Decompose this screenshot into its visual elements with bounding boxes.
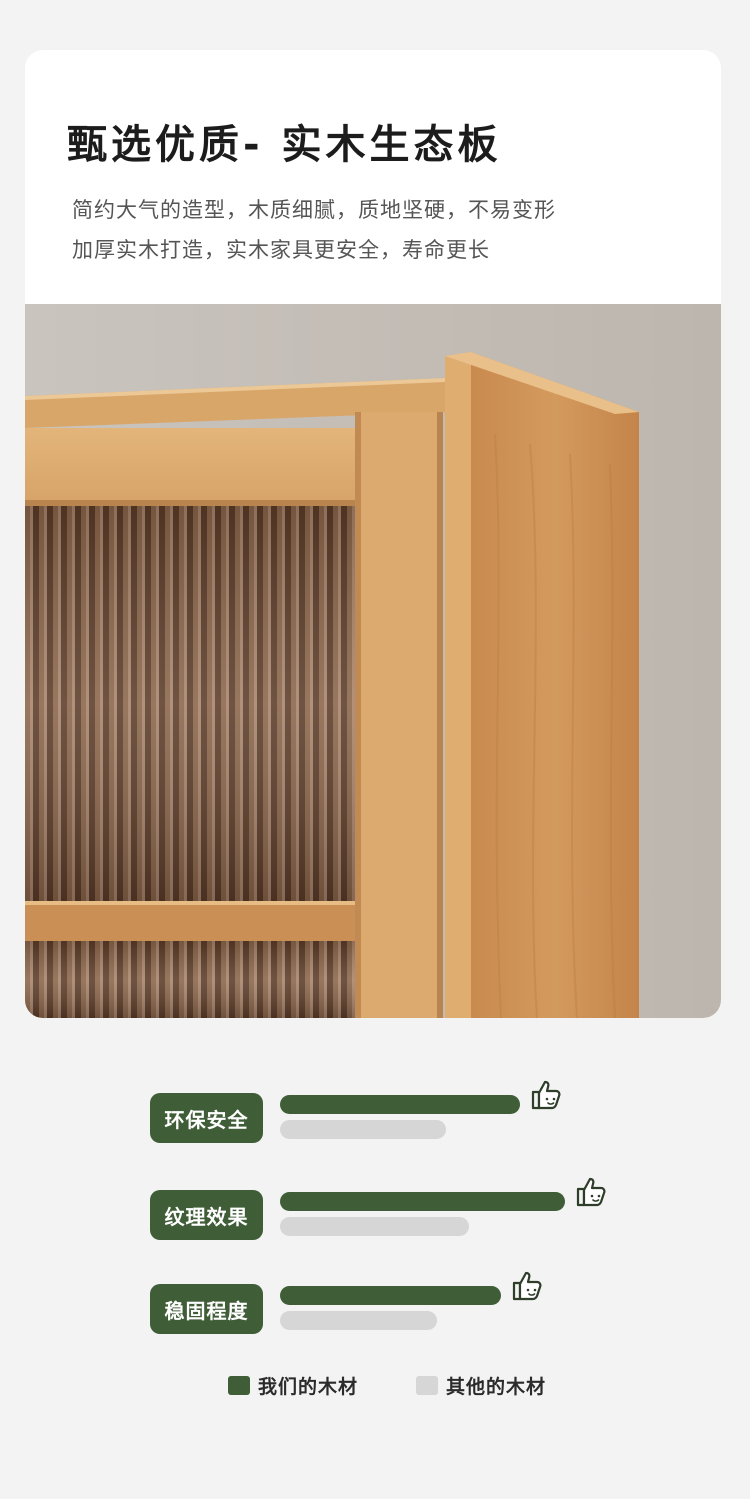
legend-other-swatch bbox=[416, 1375, 438, 1395]
feature-card: 甄选优质- 实木生态板 简约大气的造型，木质细腻，质地坚硬，不易变形 加厚实木打… bbox=[25, 50, 721, 1018]
bar-other bbox=[280, 1311, 437, 1330]
description-line-1: 简约大气的造型，木质细腻，质地坚硬，不易变形 bbox=[72, 198, 556, 222]
legend-ours-label: 我们的木材 bbox=[258, 1375, 359, 1398]
bar-ours bbox=[280, 1192, 565, 1211]
cabinet-photo bbox=[25, 304, 721, 1018]
legend-other: 其他的木材 bbox=[416, 1372, 546, 1398]
comparison-label: 环保安全 bbox=[150, 1093, 263, 1143]
thumbs-up-icon bbox=[575, 1174, 609, 1212]
legend-ours: 我们的木材 bbox=[228, 1372, 358, 1398]
legend-ours-swatch bbox=[228, 1375, 250, 1395]
bar-other bbox=[280, 1120, 446, 1139]
comparison-row: 环保安全 bbox=[0, 1080, 750, 1153]
bar-ours bbox=[280, 1095, 520, 1114]
comparison-label: 纹理效果 bbox=[150, 1190, 263, 1240]
comparison-label: 稳固程度 bbox=[150, 1284, 263, 1334]
comparison-row: 稳固程度 bbox=[0, 1271, 750, 1344]
thumbs-up-icon bbox=[530, 1077, 564, 1115]
bar-other bbox=[280, 1217, 469, 1236]
thumbs-up-icon bbox=[511, 1268, 545, 1306]
bar-ours bbox=[280, 1286, 501, 1305]
description-line-2: 加厚实木打造，实木家具更安全，寿命更长 bbox=[72, 238, 490, 262]
page-title: 甄选优质- 实木生态板 bbox=[67, 122, 502, 168]
comparison-row: 纹理效果 bbox=[0, 1177, 750, 1250]
legend-other-label: 其他的木材 bbox=[446, 1375, 547, 1398]
